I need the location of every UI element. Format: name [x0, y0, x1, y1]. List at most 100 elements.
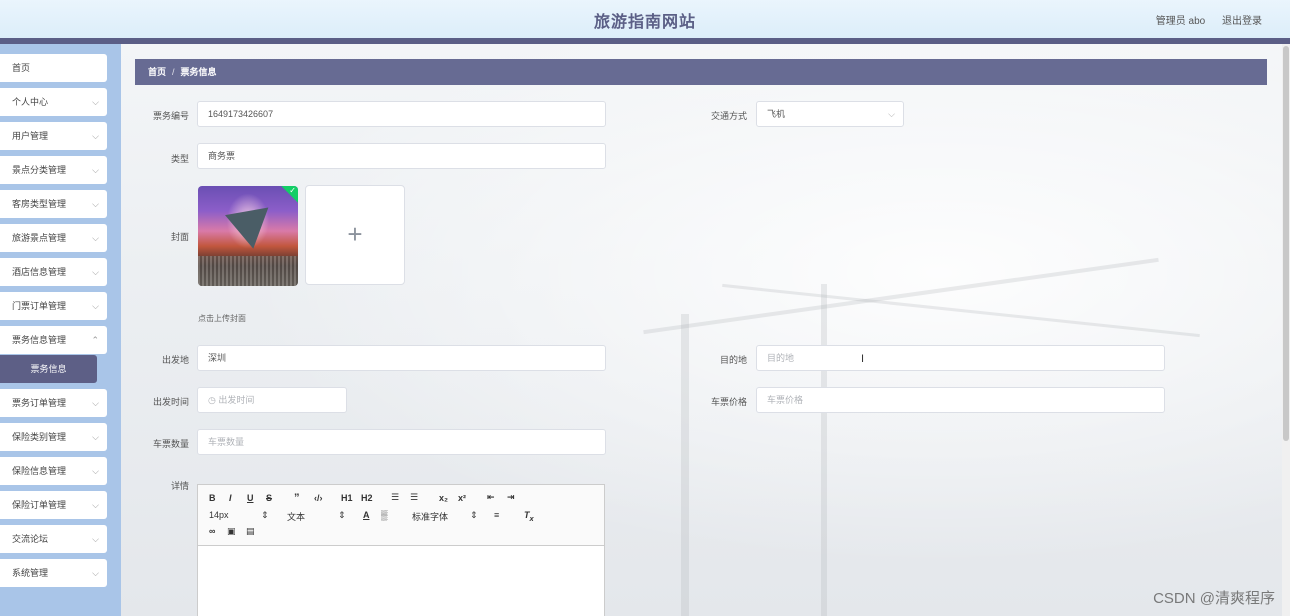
sidebar-item-label: 旅游景点管理: [12, 233, 67, 243]
ordered-list-icon[interactable]: ☰: [391, 492, 399, 503]
chevron-updown-icon: ⇕: [470, 510, 478, 520]
sidebar-item-personal-center[interactable]: 个人中心 ⌵: [0, 88, 107, 116]
sidebar-item-attraction-category[interactable]: 景点分类管理 ⌵: [0, 156, 107, 184]
chevron-updown-icon: ⇕: [261, 510, 269, 520]
sidebar-item-label: 交流论坛: [12, 534, 49, 544]
transport-select[interactable]: 飞机 ⌵: [756, 101, 904, 127]
watermark: CSDN @清爽程序: [1153, 590, 1275, 607]
sidebar-item-ticketing-orders[interactable]: 票务订单管理 ⌵: [0, 389, 107, 417]
quantity-label: 车票数量: [152, 439, 189, 449]
chevron-down-icon: ⌵: [92, 301, 99, 311]
sidebar-item-label: 保险类别管理: [12, 432, 67, 442]
sidebar-item-label: 酒店信息管理: [12, 267, 67, 277]
sidebar-item-label: 票务订单管理: [12, 398, 67, 408]
chevron-down-icon: ⌵: [92, 500, 99, 510]
sidebar-item-user-management[interactable]: 用户管理 ⌵: [0, 122, 107, 150]
editor-content-area[interactable]: [198, 546, 604, 616]
font-size-select[interactable]: 14px: [209, 510, 229, 520]
depart-time-picker[interactable]: ◷ 出发时间: [197, 387, 347, 413]
text-type-select[interactable]: 文本: [287, 510, 305, 523]
sidebar-item-label: 保险订单管理: [12, 500, 67, 510]
breadcrumb-separator: /: [172, 67, 175, 77]
chevron-down-icon: ⌵: [92, 233, 99, 243]
bullet-list-icon[interactable]: ☰: [410, 492, 418, 503]
chevron-down-icon: ⌵: [92, 199, 99, 209]
crowd-image: [198, 256, 298, 286]
sidebar-item-insurance-info[interactable]: 保险信息管理 ⌵: [0, 457, 107, 485]
sidebar-item-ticket-orders[interactable]: 门票订单管理 ⌵: [0, 292, 107, 320]
sidebar-item-attractions[interactable]: 旅游景点管理 ⌵: [0, 224, 107, 252]
header-user-area: 管理员 abo 退出登录: [1142, 12, 1262, 27]
sidebar-item-label: 首页: [12, 63, 31, 73]
indent-icon[interactable]: ⇥: [507, 492, 515, 503]
chevron-down-icon: ⌵: [92, 97, 99, 107]
breadcrumb: 首页 / 票务信息: [135, 59, 1267, 85]
link-icon[interactable]: ∞: [209, 526, 215, 536]
outdent-icon[interactable]: ⇤: [487, 492, 495, 503]
sidebar-item-system-management[interactable]: 系统管理 ⌵: [0, 559, 107, 587]
chevron-down-icon: ⌵: [92, 165, 99, 175]
sidebar-item-label: 票务信息管理: [12, 335, 67, 345]
superscript-icon[interactable]: x²: [458, 493, 466, 503]
font-color-icon[interactable]: A: [363, 510, 370, 520]
sidebar-item-label: 个人中心: [12, 97, 49, 107]
background-color-icon[interactable]: ▒: [381, 510, 387, 520]
chevron-down-icon: ⌵: [92, 568, 99, 578]
video-icon[interactable]: ▤: [246, 526, 255, 537]
chevron-down-icon: ⌵: [92, 466, 99, 476]
depart-time-label: 出发时间: [152, 397, 189, 407]
chevron-down-icon: ⌵: [92, 534, 99, 544]
code-block-icon[interactable]: ‹/›: [314, 493, 323, 503]
chevron-down-icon: ⌵: [92, 432, 99, 442]
sidebar-subitem-ticketing-info[interactable]: 票务信息: [0, 355, 97, 383]
sidebar-item-forum[interactable]: 交流论坛 ⌵: [0, 525, 107, 553]
price-input[interactable]: 车票价格: [756, 387, 1165, 413]
align-icon[interactable]: ≡: [494, 510, 499, 520]
detail-label: 详情: [170, 481, 189, 491]
admin-username: 管理员 abo: [1155, 16, 1206, 27]
breadcrumb-home[interactable]: 首页: [148, 67, 166, 77]
destination-label: 目的地: [719, 355, 747, 365]
font-family-select[interactable]: 标准字体: [412, 510, 448, 523]
sidebar-item-label: 用户管理: [12, 131, 49, 141]
sidebar-item-home[interactable]: 首页: [0, 54, 107, 82]
clear-format-icon[interactable]: Tx: [524, 510, 534, 523]
sidebar-item-room-type[interactable]: 客房类型管理 ⌵: [0, 190, 107, 218]
heading-1-icon[interactable]: H1: [341, 493, 353, 503]
departure-label: 出发地: [161, 355, 189, 365]
sidebar-item-label: 系统管理: [12, 568, 49, 578]
subscript-icon[interactable]: x₂: [439, 493, 448, 503]
chevron-up-icon: ⌃: [91, 335, 99, 345]
airplane-image: [225, 207, 275, 253]
sidebar-item-insurance-orders[interactable]: 保险订单管理 ⌵: [0, 491, 107, 519]
chevron-updown-icon: ⇕: [338, 510, 346, 520]
price-label: 车票价格: [710, 397, 747, 407]
logout-link[interactable]: 退出登录: [1222, 16, 1262, 27]
sidebar-item-insurance-category[interactable]: 保险类别管理 ⌵: [0, 423, 107, 451]
blockquote-icon[interactable]: ”: [294, 492, 300, 504]
underline-icon[interactable]: U: [247, 493, 254, 503]
cover-image-thumbnail[interactable]: ✓: [198, 186, 298, 286]
sidebar-item-label: 门票订单管理: [12, 301, 67, 311]
sidebar: 首页 个人中心 ⌵ 用户管理 ⌵ 景点分类管理 ⌵ 客房类型管理 ⌵ 旅游景点管理 ⌵ 酒…: [0, 44, 121, 616]
strikethrough-icon[interactable]: S: [266, 493, 272, 503]
text-cursor-icon: I: [861, 353, 865, 365]
image-icon[interactable]: ▣: [227, 526, 236, 537]
heading-2-icon[interactable]: H2: [361, 493, 373, 503]
scrollbar-thumb[interactable]: [1283, 46, 1289, 441]
ticket-no-input[interactable]: 1649173426607: [197, 101, 606, 127]
destination-input[interactable]: 目的地: [756, 345, 1165, 371]
check-icon: ✓: [289, 186, 296, 195]
bold-icon[interactable]: B: [209, 493, 216, 503]
upload-cover-button[interactable]: +: [305, 185, 405, 285]
type-input[interactable]: 商务票: [197, 143, 606, 169]
quantity-input[interactable]: 车票数量: [197, 429, 606, 455]
background-pole: [821, 284, 827, 616]
editor-toolbar: B I U S ” ‹/› H1 H2 ☰ ☰ x₂ x² ⇤ ⇥ 14px ⇕…: [198, 485, 604, 546]
sidebar-item-ticketing-management[interactable]: 票务信息管理 ⌃: [0, 326, 107, 354]
italic-icon[interactable]: I: [229, 493, 232, 503]
departure-input[interactable]: 深圳: [197, 345, 606, 371]
scrollbar[interactable]: [1282, 44, 1290, 616]
sidebar-item-hotel-info[interactable]: 酒店信息管理 ⌵: [0, 258, 107, 286]
type-label: 类型: [170, 154, 189, 164]
